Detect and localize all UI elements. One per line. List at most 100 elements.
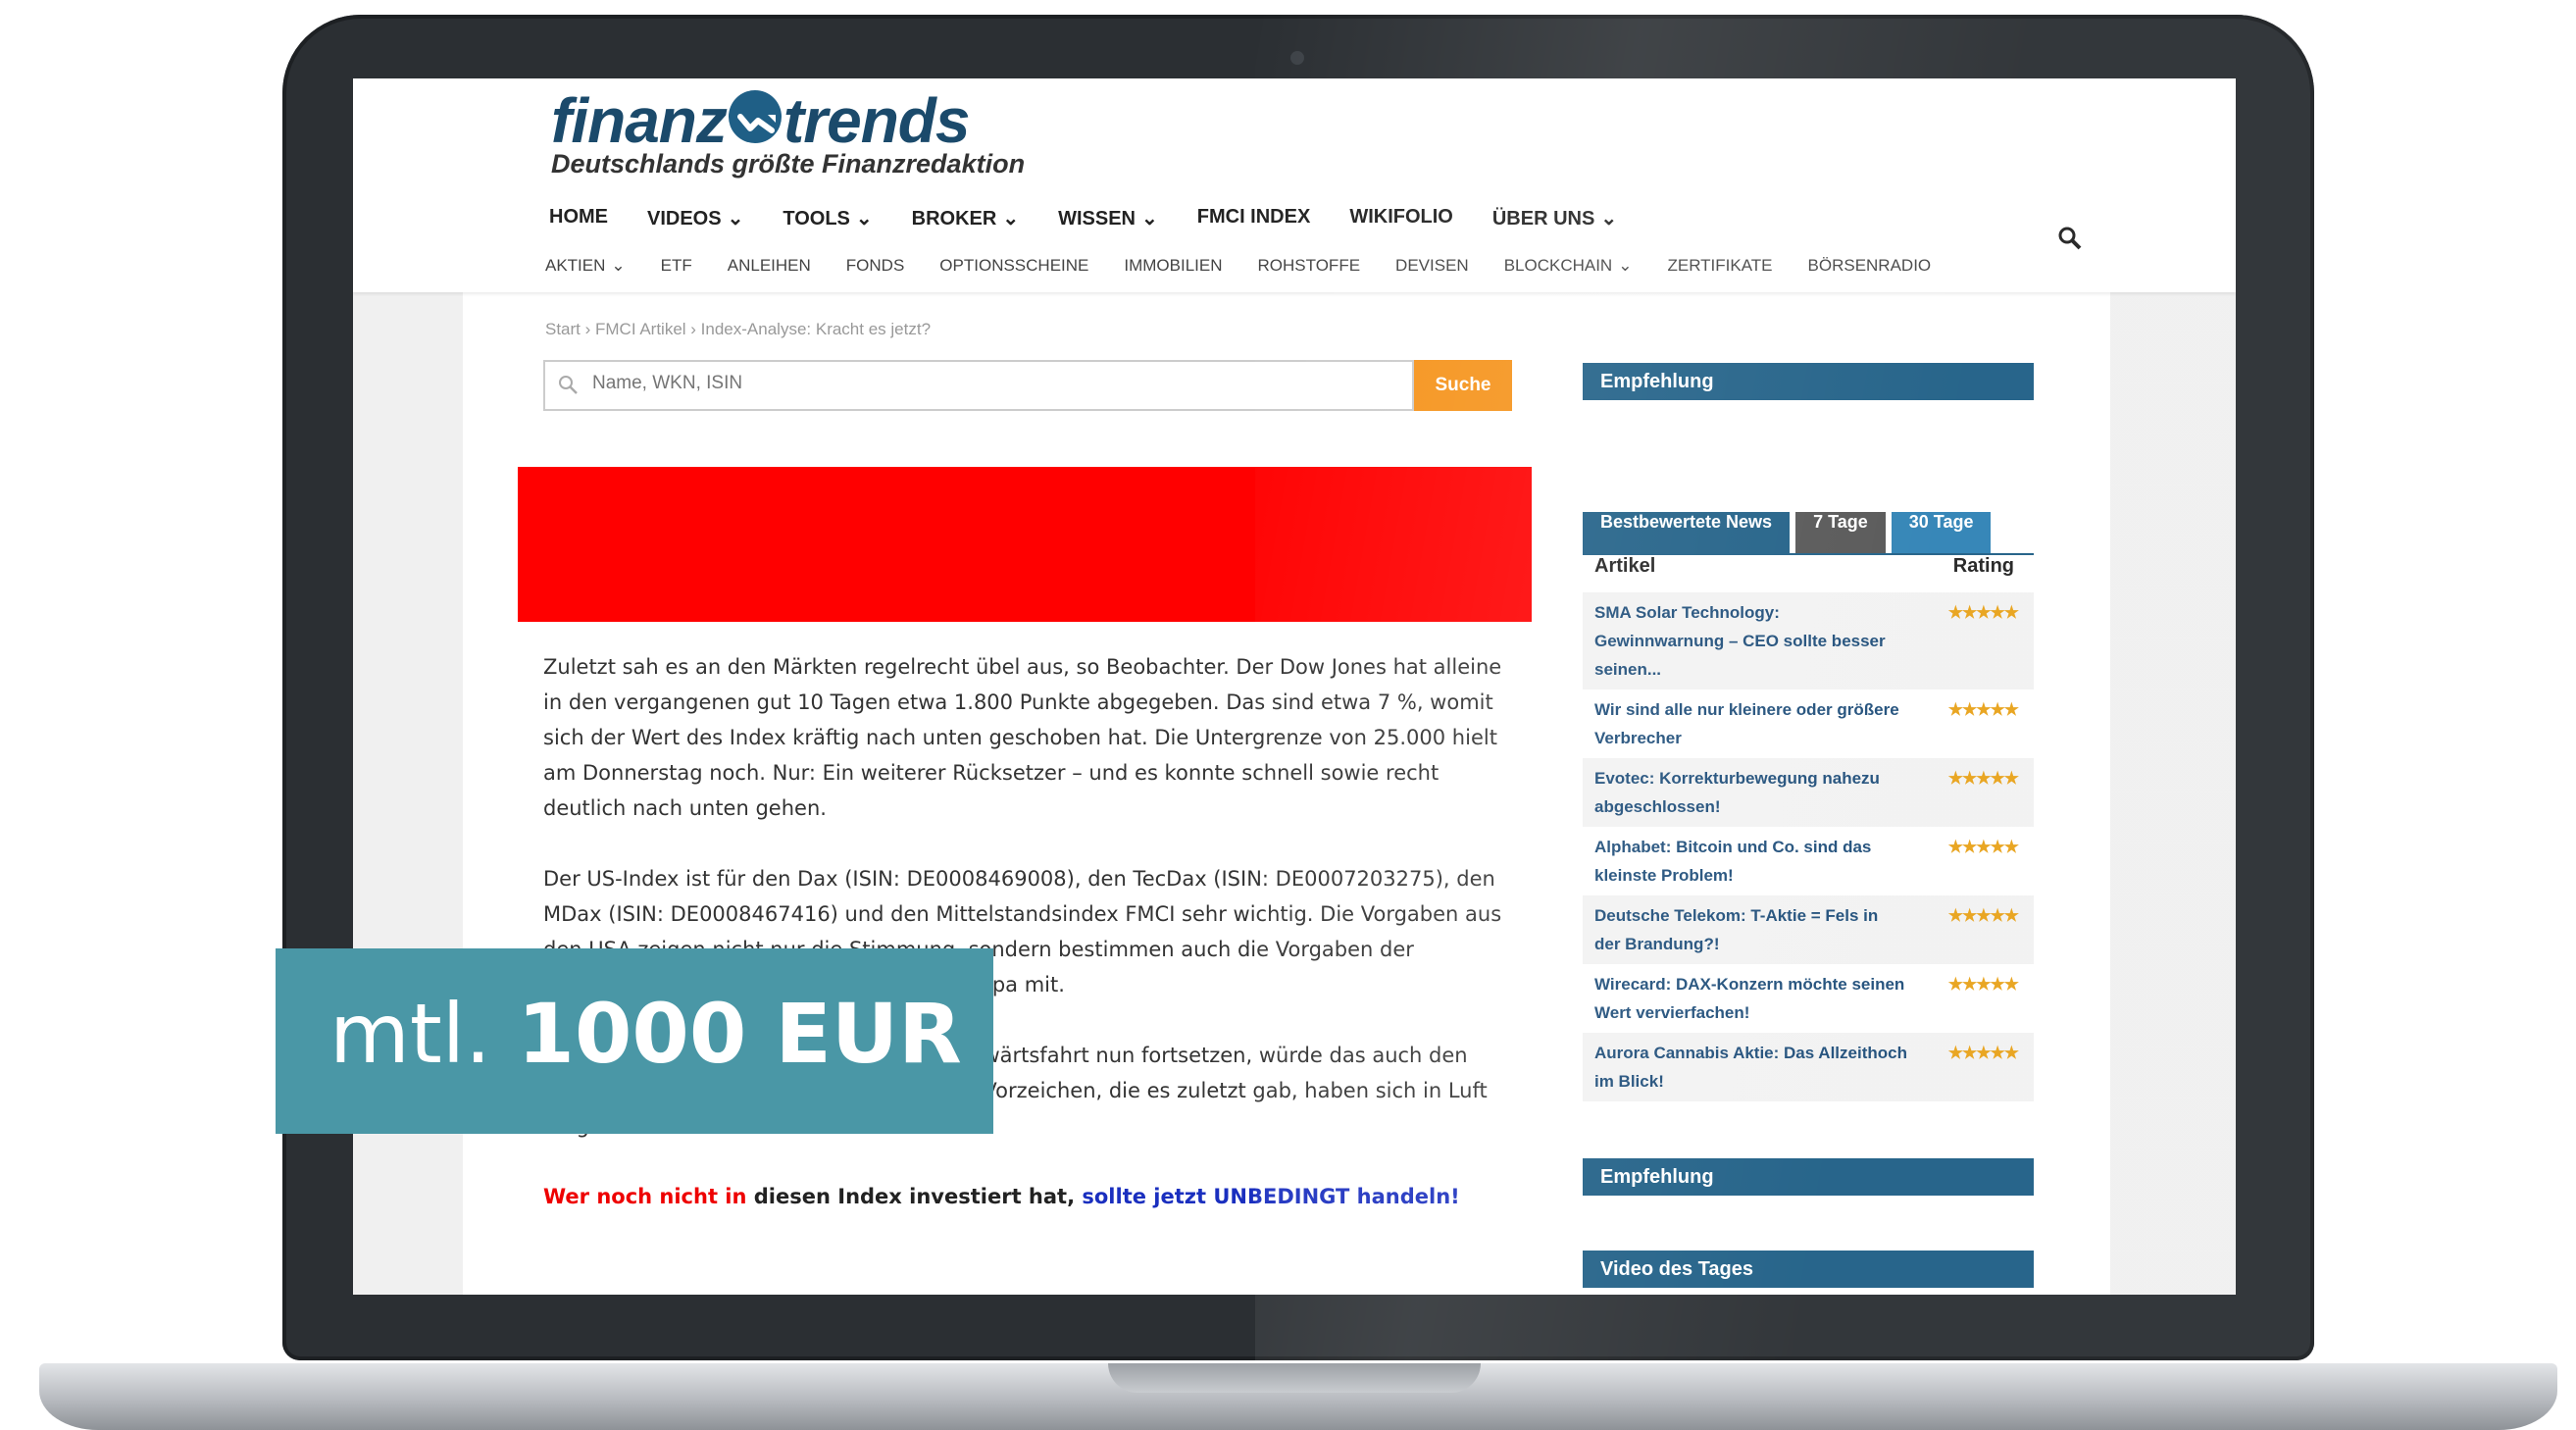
column-header-rating: Rating [1952, 555, 2014, 577]
news-title-link[interactable]: Deutsche Telekom: T-Aktie = Fels in der … [1594, 901, 1908, 958]
sub-nav-item[interactable]: FONDS [846, 256, 905, 276]
sub-nav-label: DEVISEN [1395, 256, 1469, 275]
logo-text-right: trends [783, 85, 971, 156]
cta-link[interactable]: sollte jetzt UNBEDINGT handeln! [1082, 1185, 1459, 1208]
empfehlung-header: Empfehlung [1583, 1158, 2034, 1196]
sub-nav-item[interactable]: ANLEIHEN [728, 256, 811, 276]
sub-nav-item[interactable]: OPTIONSSCHEINE [939, 256, 1088, 276]
star-rating: ★★★★★ [1947, 700, 2019, 719]
site-header: finanz trends Deutschlands größte Finanzr… [353, 78, 2236, 292]
sub-nav-item[interactable]: BLOCKCHAIN ⌄ [1504, 256, 1633, 276]
main-nav-item[interactable]: ÜBER UNS ⌄ [1492, 206, 1617, 230]
star-rating: ★★★★★ [1947, 603, 2019, 622]
main-nav-item[interactable]: VIDEOS ⌄ [647, 206, 743, 230]
main-nav-item[interactable]: BROKER ⌄ [912, 206, 1019, 230]
table-row[interactable]: Evotec: Korrekturbewegung nahezu abgesch… [1583, 758, 2034, 827]
sub-nav-item[interactable]: BÖRSENRADIO [1808, 256, 1932, 276]
ad-banner[interactable] [518, 467, 1532, 622]
tab-30-tage[interactable]: 30 Tage [1891, 512, 1992, 553]
main-nav-item[interactable]: WIKIFOLIO [1349, 206, 1453, 230]
camera-icon [1290, 51, 1304, 65]
sub-nav-label: ETF [660, 256, 692, 275]
breadcrumb[interactable]: Start › FMCI Artikel › Index-Analyse: Kr… [545, 320, 931, 339]
news-title-link[interactable]: Alphabet: Bitcoin und Co. sind das klein… [1594, 833, 1908, 890]
chevron-down-icon: ⌄ [1002, 208, 1020, 230]
table-row[interactable]: Aurora Cannabis Aktie: Das Allzeithoch i… [1583, 1033, 2034, 1101]
empfehlung-header: Empfehlung [1583, 363, 2034, 400]
main-nav-label: TOOLS [783, 208, 850, 230]
table-row[interactable]: Wirecard: DAX-Konzern möchte seinen Wert… [1583, 964, 2034, 1033]
main-nav-label: ÜBER UNS [1491, 208, 1595, 230]
sub-nav-item[interactable]: AKTIEN ⌄ [545, 256, 626, 276]
table-body: SMA Solar Technology: Gewinnwarnung – CE… [1583, 592, 2034, 1101]
tab-7-tage[interactable]: 7 Tage [1795, 512, 1886, 553]
star-rating: ★★★★★ [1947, 838, 2019, 856]
news-title-link[interactable]: Wirecard: DAX-Konzern möchte seinen Wert… [1594, 970, 1908, 1027]
table-row[interactable]: Deutsche Telekom: T-Aktie = Fels in der … [1583, 895, 2034, 964]
main-nav-item[interactable]: WISSEN ⌄ [1058, 206, 1158, 230]
table-row[interactable]: Wir sind alle nur kleinere oder größere … [1583, 689, 2034, 758]
sub-nav-item[interactable]: ETF [661, 256, 692, 276]
search-field[interactable] [543, 360, 1414, 411]
chevron-down-icon: ⌄ [1600, 208, 1618, 230]
search-icon[interactable] [2057, 226, 2083, 251]
sub-nav-label: IMMOBILIEN [1124, 256, 1223, 275]
sub-nav: AKTIEN ⌄ ETF ANLEIHEN FONDS OPTIONSSCHEINE IMM… [545, 256, 1966, 276]
star-rating: ★★★★★ [1947, 1044, 2019, 1062]
sub-nav-item[interactable]: ROHSTOFFE [1258, 256, 1361, 276]
sub-nav-label: BÖRSENRADIO [1807, 256, 1932, 275]
chevron-down-icon: ⌄ [727, 208, 744, 230]
chevron-down-icon: ⌄ [1618, 256, 1633, 275]
search-input[interactable] [590, 372, 1379, 395]
star-rating: ★★★★★ [1947, 906, 2019, 925]
sub-nav-label: ZERTIFIKATE [1667, 256, 1773, 275]
main-nav-label: WIKIFOLIO [1349, 206, 1453, 228]
sub-nav-item[interactable]: DEVISEN [1395, 256, 1469, 276]
cta-black-text: diesen Index investiert hat, [746, 1185, 1083, 1208]
logo-text-left: finanz [551, 85, 728, 156]
overlay-prefix: mtl. [329, 986, 518, 1082]
sub-nav-label: AKTIEN [545, 256, 606, 275]
chevron-down-icon: ⌄ [1140, 208, 1158, 230]
table-row[interactable]: Alphabet: Bitcoin und Co. sind das klein… [1583, 827, 2034, 895]
sub-nav-label: FONDS [845, 256, 905, 275]
call-to-action[interactable]: Wer noch nicht in diesen Index investier… [543, 1179, 1519, 1214]
sub-nav-label: ROHSTOFFE [1257, 256, 1361, 275]
news-title-link[interactable]: SMA Solar Technology: Gewinnwarnung – CE… [1594, 598, 1908, 684]
news-tabs: Bestbewertete News 7 Tage 30 Tage [1583, 512, 1996, 553]
news-title-link[interactable]: Aurora Cannabis Aktie: Das Allzeithoch i… [1594, 1039, 1908, 1096]
laptop-notch [1108, 1363, 1481, 1393]
news-title-link[interactable]: Wir sind alle nur kleinere oder größere … [1594, 695, 1908, 752]
sub-nav-label: ANLEIHEN [727, 256, 811, 275]
star-rating: ★★★★★ [1947, 769, 2019, 788]
price-overlay-badge: mtl. 1000 EUR [276, 948, 993, 1134]
site-logo[interactable]: finanz trends [551, 84, 971, 157]
main-nav-label: FMCI INDEX [1196, 206, 1311, 228]
cta-red-text: Wer noch nicht in [543, 1185, 747, 1208]
sub-nav-item[interactable]: IMMOBILIEN [1124, 256, 1222, 276]
chevron-down-icon: ⌄ [855, 208, 873, 230]
main-nav-label: WISSEN [1058, 208, 1136, 230]
main-nav-label: HOME [549, 206, 608, 228]
news-title-link[interactable]: Evotec: Korrekturbewegung nahezu abgesch… [1594, 764, 1908, 821]
site-tagline: Deutschlands größte Finanzredaktion [551, 149, 1026, 179]
video-des-tages-header: Video des Tages [1583, 1251, 2034, 1288]
search-icon [559, 376, 578, 394]
main-nav-label: BROKER [911, 208, 997, 230]
chevron-down-icon: ⌄ [611, 256, 626, 275]
tab-bestbewertete-news[interactable]: Bestbewertete News [1583, 512, 1791, 553]
main-nav-item[interactable]: TOOLS ⌄ [783, 206, 872, 230]
news-rating-table: Artikel Rating SMA Solar Technology: Gew… [1583, 553, 2034, 1101]
sub-nav-label: OPTIONSSCHEINE [939, 256, 1089, 275]
overlay-amount: 1000 EUR [517, 986, 962, 1082]
table-row[interactable]: SMA Solar Technology: Gewinnwarnung – CE… [1583, 592, 2034, 689]
search-button[interactable]: Suche [1414, 360, 1512, 411]
star-rating: ★★★★★ [1947, 975, 2019, 994]
main-nav-item[interactable]: FMCI INDEX [1197, 206, 1311, 230]
table-header: Artikel Rating [1583, 555, 2034, 592]
sub-nav-item[interactable]: ZERTIFIKATE [1667, 256, 1772, 276]
main-nav: HOME VIDEOS ⌄ TOOLS ⌄ BROKER ⌄ WISSEN ⌄ FMCI INDE… [549, 206, 1656, 230]
article-paragraph: Zuletzt sah es an den Märkten regelrecht… [543, 655, 1502, 820]
chart-logo-icon [728, 90, 782, 143]
main-nav-item[interactable]: HOME [549, 206, 608, 230]
